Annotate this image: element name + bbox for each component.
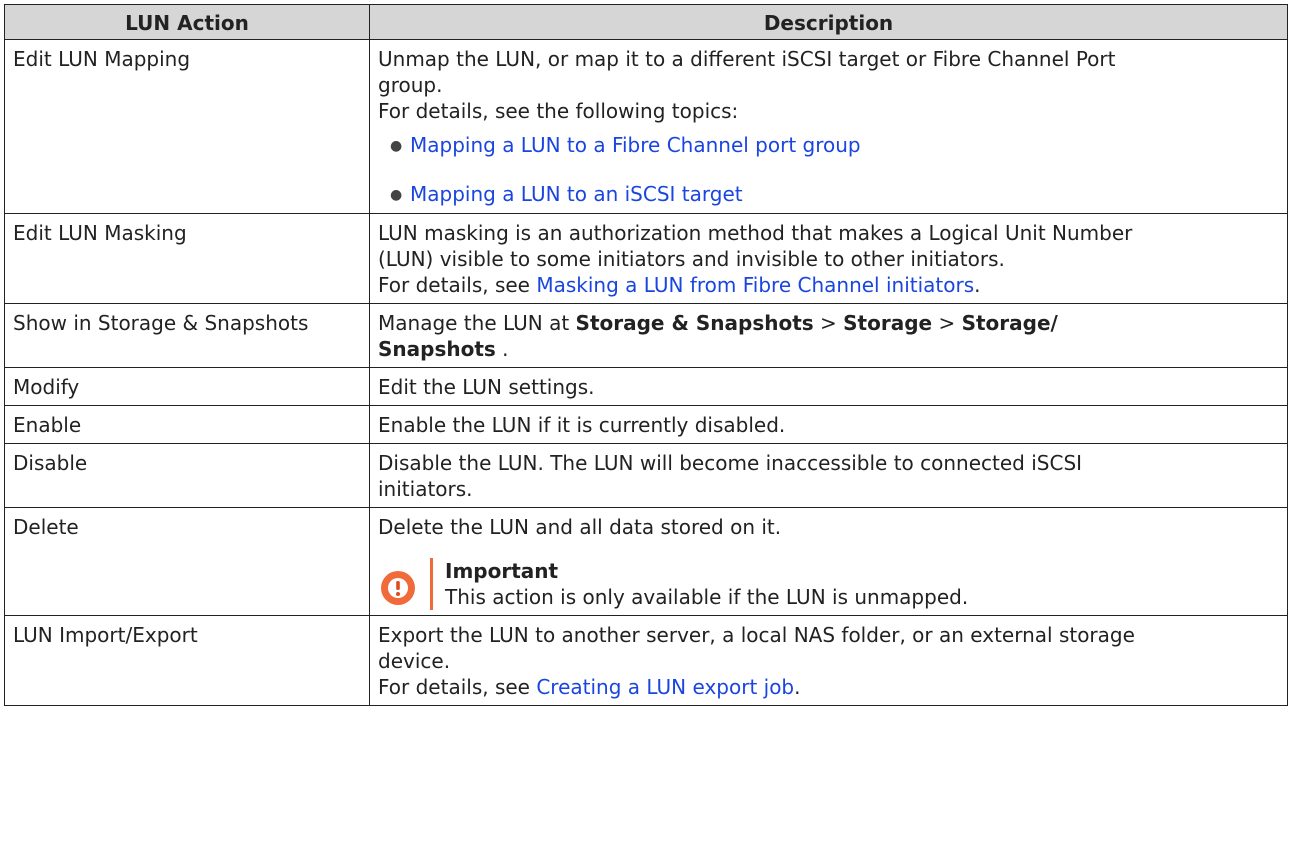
description-cell: Manage the LUN at Storage & Snapshots > … [369, 303, 1288, 368]
path-separator: > [932, 311, 962, 335]
bullet-icon: ● [390, 187, 403, 203]
link-create-export-job[interactable]: Creating a LUN export job [536, 675, 794, 699]
description-cell: Delete the LUN and all data stored on it… [369, 507, 1288, 616]
description-text: group. [378, 73, 443, 97]
header-description: Description [369, 4, 1288, 40]
description-text: device. [378, 649, 451, 673]
description-text: Delete the LUN and all data stored on it… [378, 515, 782, 539]
note-text: This action is only available if the LUN… [445, 585, 969, 609]
description-text: For details, see the following topics: [378, 99, 739, 123]
link-map-fc-port-group[interactable]: Mapping a LUN to a Fibre Channel port gr… [410, 133, 861, 157]
table-row: Enable Enable the LUN if it is currently… [4, 405, 1288, 444]
bullet-icon: ● [390, 138, 403, 154]
description-text: Disable the LUN. The LUN will become ina… [378, 451, 1083, 475]
related-topics-list: ● Mapping a LUN to a Fibre Channel port g… [378, 132, 1279, 208]
link-masking-lun[interactable]: Masking a LUN from Fibre Channel initiat… [536, 273, 974, 297]
action-cell: Disable [4, 443, 370, 508]
table-row: LUN Import/Export Export the LUN to anot… [4, 615, 1288, 706]
table-row: Edit LUN Mapping Unmap the LUN, or map i… [4, 39, 1288, 214]
description-cell: Disable the LUN. The LUN will become ina… [369, 443, 1288, 508]
header-lun-action: LUN Action [4, 4, 370, 40]
table-row: Modify Edit the LUN settings. [4, 367, 1288, 406]
description-text: Manage the LUN at [378, 311, 576, 335]
link-map-iscsi-target[interactable]: Mapping a LUN to an iSCSI target [410, 182, 743, 206]
action-cell: Edit LUN Masking [4, 213, 370, 304]
list-item: ● Mapping a LUN to a Fibre Channel port g… [390, 132, 1279, 159]
description-text: initiators. [378, 477, 473, 501]
table-row: Edit LUN Masking LUN masking is an autho… [4, 213, 1288, 304]
table-row: Disable Disable the LUN. The LUN will be… [4, 443, 1288, 508]
action-cell: Edit LUN Mapping [4, 39, 370, 214]
lun-actions-table: LUN Action Description Edit LUN Mapping … [4, 4, 1288, 706]
details-suffix: . [974, 273, 981, 297]
details-prefix: For details, see [378, 273, 537, 297]
description-cell: Export the LUN to another server, a loca… [369, 615, 1288, 706]
ui-path-snapshots: Snapshots [378, 337, 496, 361]
action-cell: LUN Import/Export [4, 615, 370, 706]
action-cell: Show in Storage & Snapshots [4, 303, 370, 368]
important-note: Important This action is only available … [380, 558, 1279, 610]
description-cell: Enable the LUN if it is currently disabl… [369, 405, 1288, 444]
action-cell: Delete [4, 507, 370, 616]
ui-path-storage-snapshots: Storage & Snapshots [575, 311, 814, 335]
table-row: Delete Delete the LUN and all data store… [4, 507, 1288, 616]
description-cell: Unmap the LUN, or map it to a different … [369, 39, 1288, 214]
ui-path-storage-slash: Storage/ [961, 311, 1058, 335]
details-prefix: For details, see [378, 675, 537, 699]
description-text: Unmap the LUN, or map it to a different … [378, 47, 1116, 71]
description-text: (LUN) visible to some initiators and inv… [378, 247, 1005, 271]
description-text: For details, see Creating a LUN export j… [378, 674, 1279, 700]
note-body: Important This action is only available … [445, 558, 1279, 610]
action-cell: Enable [4, 405, 370, 444]
description-text: For details, see Masking a LUN from Fibr… [378, 272, 1279, 298]
exclamation-circle-icon [381, 571, 415, 605]
description-cell: Edit the LUN settings. [369, 367, 1288, 406]
details-suffix: . [794, 675, 801, 699]
description-text: Export the LUN to another server, a loca… [378, 623, 1135, 647]
ui-path-storage: Storage [843, 311, 933, 335]
path-separator: > [813, 311, 844, 335]
description-cell: LUN masking is an authorization method t… [369, 213, 1288, 304]
description-suffix: . [495, 337, 509, 361]
note-divider [430, 558, 433, 610]
table-row: Show in Storage & Snapshots Manage the L… [4, 303, 1288, 368]
list-item: ● Mapping a LUN to an iSCSI target [390, 181, 1279, 208]
action-cell: Modify [4, 367, 370, 406]
table-header-row: LUN Action Description [4, 4, 1288, 40]
description-text: LUN masking is an authorization method t… [378, 221, 1133, 245]
note-title: Important [445, 559, 559, 583]
